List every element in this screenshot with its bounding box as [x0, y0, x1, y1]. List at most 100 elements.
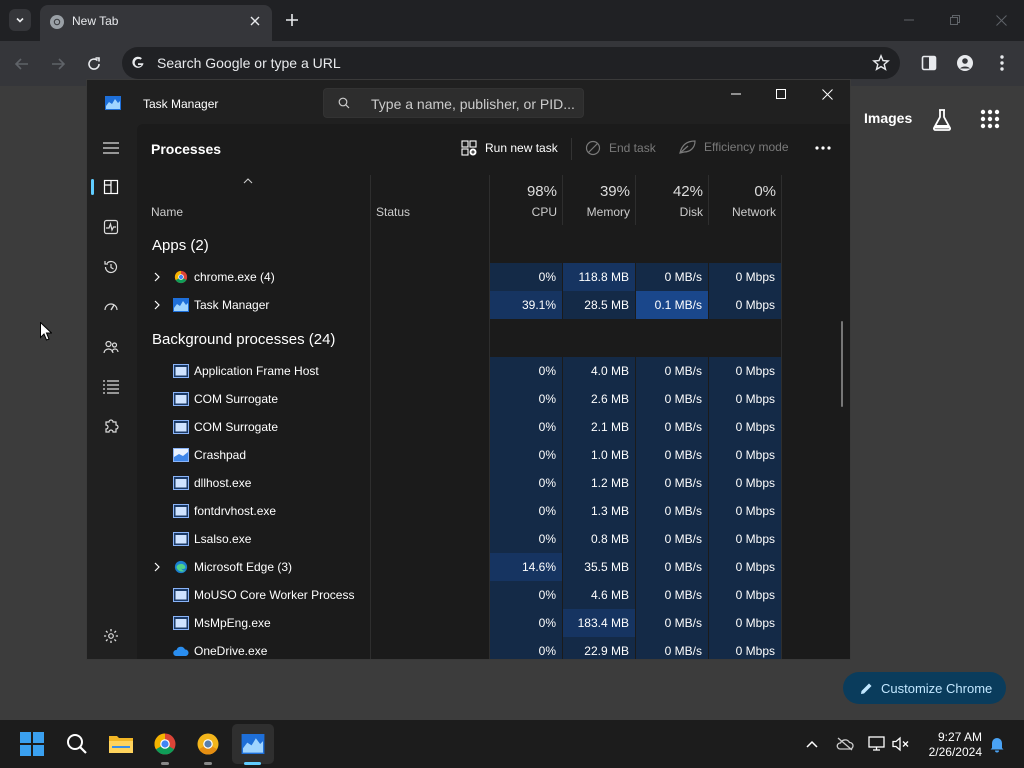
- bookmark-star-icon[interactable]: [872, 54, 890, 72]
- expand-button[interactable]: [151, 270, 163, 284]
- disk-cell: 0 MB/s: [636, 263, 708, 291]
- table-row[interactable]: dllhost.exe 0% 1.2 MB 0 MB/s 0 Mbps: [137, 469, 850, 497]
- column-disk[interactable]: Disk: [636, 205, 703, 219]
- table-row[interactable]: Microsoft Edge (3) 14.6% 35.5 MB 0 MB/s …: [137, 553, 850, 581]
- group-background-header[interactable]: Background processes (24): [152, 331, 335, 348]
- table-row[interactable]: fontdrvhost.exe 0% 1.3 MB 0 MB/s 0 Mbps: [137, 497, 850, 525]
- nav-processes[interactable]: [99, 175, 123, 199]
- minimize-button[interactable]: [896, 8, 922, 32]
- table-row[interactable]: Crashpad 0% 1.0 MB 0 MB/s 0 Mbps: [137, 441, 850, 469]
- arrow-right-icon: [52, 58, 66, 70]
- memory-cell: 35.5 MB: [563, 553, 635, 581]
- nav-services[interactable]: [99, 415, 123, 439]
- nav-users[interactable]: [99, 335, 123, 359]
- task-manager-app-icon: [173, 298, 189, 312]
- memory-cell: 1.0 MB: [563, 441, 635, 469]
- cpu-cell: 0%: [490, 385, 562, 413]
- onedrive-cloud-icon: [173, 646, 189, 656]
- expand-button[interactable]: [151, 560, 163, 574]
- table-row[interactable]: MsMpEng.exe 0% 183.4 MB 0 MB/s 0 Mbps: [137, 609, 850, 637]
- disk-cell: 0 MB/s: [636, 581, 708, 609]
- show-hidden-icons-button[interactable]: [802, 734, 822, 754]
- restore-button[interactable]: [942, 8, 968, 32]
- column-disk-percent[interactable]: 42%: [636, 183, 703, 200]
- column-status[interactable]: Status: [376, 205, 410, 219]
- chevron-right-icon: [154, 300, 160, 310]
- forward-button[interactable]: [46, 52, 70, 76]
- omnibox[interactable]: Search Google or type a URL: [122, 47, 900, 79]
- column-cpu-percent[interactable]: 98%: [490, 183, 557, 200]
- table-row[interactable]: COM Surrogate 0% 2.1 MB 0 MB/s 0 Mbps: [137, 413, 850, 441]
- nav-details[interactable]: [99, 375, 123, 399]
- nav-menu-button[interactable]: [99, 136, 123, 160]
- network-tray-icon[interactable]: [867, 734, 887, 754]
- efficiency-mode-button[interactable]: Efficiency mode: [679, 140, 789, 154]
- notifications-button[interactable]: [987, 734, 1007, 754]
- run-new-task-button[interactable]: Run new task: [461, 140, 558, 156]
- taskbar-task-manager[interactable]: [237, 728, 269, 760]
- task-manager-titlebar[interactable]: Task Manager Type a name, publisher, or …: [87, 80, 850, 124]
- table-row[interactable]: Application Frame Host 0% 4.0 MB 0 MB/s …: [137, 357, 850, 385]
- disk-cell: 0 MB/s: [636, 637, 708, 659]
- group-apps-header[interactable]: Apps (2): [152, 237, 209, 254]
- customize-chrome-button[interactable]: Customize Chrome: [843, 672, 1006, 704]
- nav-settings[interactable]: [99, 624, 123, 648]
- column-cpu[interactable]: CPU: [490, 205, 557, 219]
- column-network-percent[interactable]: 0%: [709, 183, 776, 200]
- performance-icon: [103, 219, 119, 235]
- column-memory-percent[interactable]: 39%: [563, 183, 630, 200]
- table-row[interactable]: OneDrive.exe 0% 22.9 MB 0 MB/s 0 Mbps: [137, 637, 850, 659]
- tab-new-tab[interactable]: New Tab: [40, 5, 272, 41]
- profile-button[interactable]: [954, 52, 976, 74]
- nav-app-history[interactable]: [99, 255, 123, 279]
- column-memory[interactable]: Memory: [563, 205, 630, 219]
- nav-startup-apps[interactable]: [99, 295, 123, 319]
- tab-close-button[interactable]: [246, 12, 264, 30]
- nav-performance[interactable]: [99, 215, 123, 239]
- taskbar-chrome-canary[interactable]: [192, 728, 224, 760]
- end-task-button[interactable]: End task: [585, 140, 656, 156]
- table-row[interactable]: Lsalso.exe 0% 0.8 MB 0 MB/s 0 Mbps: [137, 525, 850, 553]
- back-button[interactable]: [10, 52, 34, 76]
- volume-tray-icon[interactable]: [891, 734, 911, 754]
- side-panel-button[interactable]: [918, 52, 940, 74]
- new-tab-button[interactable]: [282, 9, 302, 31]
- table-row[interactable]: chrome.exe (4) 0% 118.8 MB 0 MB/s 0 Mbps: [137, 263, 850, 291]
- taskbar-chrome[interactable]: [149, 728, 181, 760]
- close-window-button[interactable]: [988, 8, 1014, 32]
- table-row[interactable]: COM Surrogate 0% 2.6 MB 0 MB/s 0 Mbps: [137, 385, 850, 413]
- tab-search-button[interactable]: [9, 9, 31, 31]
- google-apps-icon[interactable]: [980, 109, 1000, 129]
- process-search-input[interactable]: Type a name, publisher, or PID...: [323, 88, 584, 118]
- table-row[interactable]: Task Manager 39.1% 28.5 MB 0.1 MB/s 0 Mb…: [137, 291, 850, 319]
- task-manager-app-icon: [105, 96, 121, 110]
- onedrive-tray-icon[interactable]: [835, 734, 855, 754]
- more-options-button[interactable]: [811, 140, 835, 156]
- chrome-menu-button[interactable]: [991, 52, 1013, 74]
- network-cell: 0 Mbps: [709, 441, 781, 469]
- process-list-scrollbar[interactable]: [841, 321, 843, 407]
- taskbar-search-button[interactable]: [61, 728, 93, 760]
- clock-date: 2/26/2024: [928, 745, 982, 759]
- expand-button[interactable]: [151, 298, 163, 312]
- labs-flask-icon[interactable]: [931, 108, 953, 132]
- disk-cell: 0 MB/s: [636, 413, 708, 441]
- command-separator: [571, 138, 572, 160]
- tm-close-button[interactable]: [812, 84, 842, 104]
- more-vertical-icon: [1000, 55, 1004, 71]
- tm-maximize-button[interactable]: [766, 84, 796, 104]
- reload-button[interactable]: [82, 52, 106, 76]
- column-divider: [635, 175, 636, 225]
- taskbar-file-explorer[interactable]: [105, 728, 137, 760]
- images-link[interactable]: Images: [864, 110, 912, 126]
- processes-pane: Processes Run new task End task Efficien…: [137, 124, 850, 659]
- table-row[interactable]: MoUSO Core Worker Process 0% 4.6 MB 0 MB…: [137, 581, 850, 609]
- disk-cell: 0 MB/s: [636, 357, 708, 385]
- taskbar-clock[interactable]: 9:27 AM 2/26/2024: [912, 730, 982, 760]
- cpu-cell: 14.6%: [490, 553, 562, 581]
- disk-cell: 0 MB/s: [636, 497, 708, 525]
- tm-minimize-button[interactable]: [721, 84, 751, 104]
- column-name[interactable]: Name: [151, 205, 183, 219]
- start-button[interactable]: [16, 728, 48, 760]
- column-network[interactable]: Network: [709, 205, 776, 219]
